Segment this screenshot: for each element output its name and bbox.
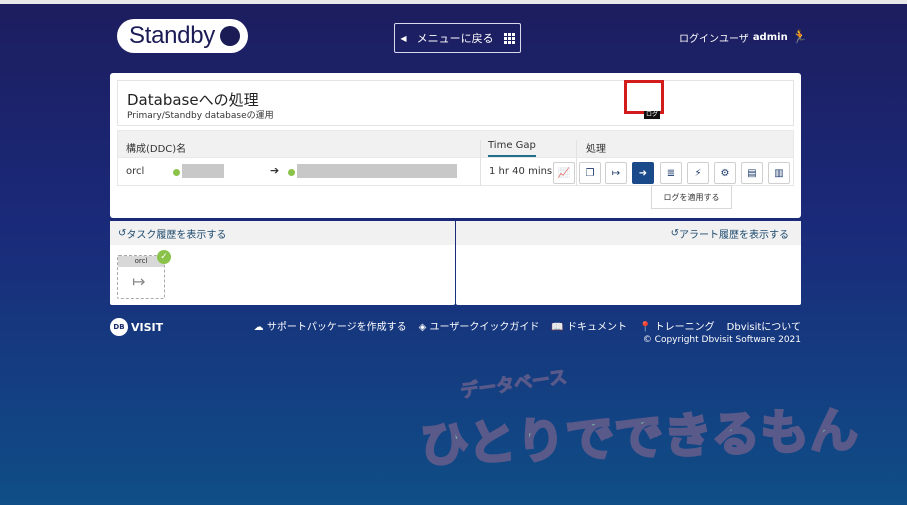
- footer-links: ☁ サポートパッケージを作成する ◈ ユーザークイックガイド 📖 ドキュメント …: [254, 318, 801, 333]
- login-info: ログインユーザ admin 🏃: [679, 30, 808, 45]
- watermark-main: ひとりでできるもん: [418, 401, 861, 475]
- copy-icon[interactable]: ❐: [579, 162, 601, 184]
- arrow-right-icon: ➔: [270, 164, 280, 177]
- watermark: データベース ひとりでできるもん: [418, 366, 890, 500]
- db-circle: DB: [110, 318, 128, 336]
- standby-host-redacted: [297, 164, 457, 178]
- history-icon: ↺: [118, 227, 127, 239]
- login-user: admin: [752, 32, 788, 43]
- ddc-name: orcl: [126, 166, 145, 177]
- caret-left-icon: ◀: [400, 33, 407, 43]
- alert-history-label: アラート履歴を表示する: [679, 229, 789, 241]
- task-history-label: タスク履歴を表示する: [126, 229, 227, 241]
- copyright: © Copyright Dbvisit Software 2021: [642, 335, 801, 345]
- col-process: 処理: [586, 144, 606, 155]
- table-header: 構成(DDC)名 Time Gap 処理: [117, 130, 794, 168]
- documents-link[interactable]: 📖 ドキュメント: [551, 318, 627, 333]
- col-divider: [576, 158, 577, 186]
- button-mini-label: ログ: [644, 111, 661, 119]
- menu-button-label: メニューに戻る: [416, 32, 494, 45]
- login-label: ログインユーザ: [679, 34, 749, 45]
- area-chart-icon[interactable]: 📈: [553, 162, 575, 184]
- dbvisit-logo: DB VISIT: [110, 318, 163, 336]
- primary-host-redacted: [182, 164, 224, 178]
- support-package-link[interactable]: ☁ サポートパッケージを作成する: [254, 318, 407, 333]
- col-config: 構成(DDC)名: [126, 144, 187, 155]
- logout-runner-icon[interactable]: 🏃: [792, 30, 808, 45]
- logo-dot: [219, 26, 240, 46]
- file-text-icon[interactable]: ▥: [768, 162, 790, 184]
- apply-log-highlight: [624, 80, 664, 114]
- database-icon[interactable]: ≣: [660, 162, 682, 184]
- primary-status-dot: [173, 169, 180, 176]
- file-icon[interactable]: ▤: [741, 162, 763, 184]
- standby-status-dot: [288, 169, 295, 176]
- apply-log-tooltip: ログを適用する: [651, 185, 732, 209]
- col-timegap[interactable]: Time Gap: [488, 140, 536, 157]
- sign-in-icon[interactable]: ➜: [632, 162, 654, 184]
- panel-header: Databaseへの処理 Primary/Standby databaseの運用: [117, 80, 794, 126]
- alert-history-panel: ↺ アラート履歴を表示する: [456, 221, 801, 305]
- timegap-value: 1 hr 40 mins: [489, 166, 553, 177]
- back-to-menu-button[interactable]: ◀ メニューに戻る: [394, 23, 521, 53]
- about-link[interactable]: Dbvisitについて: [727, 318, 801, 333]
- alert-history-link[interactable]: ↺ アラート履歴を表示する: [456, 221, 801, 245]
- panel-subtitle: Primary/Standby databaseの運用: [127, 111, 274, 121]
- check-icon: ✓: [157, 250, 171, 264]
- task-history-link[interactable]: ↺ タスク履歴を表示する: [110, 221, 455, 245]
- ddc-table: 構成(DDC)名 Time Gap 処理 orcl ➔ 1 hr 40 mins…: [117, 130, 794, 186]
- footer: DB VISIT ☁ サポートパッケージを作成する ◈ ユーザークイックガイド …: [110, 318, 801, 348]
- sign-out-icon: ↦: [132, 272, 146, 291]
- cogs-icon[interactable]: ⚙: [714, 162, 736, 184]
- logo-text: Standby: [129, 22, 215, 49]
- browser-top-edge: [0, 0, 907, 4]
- sign-out-icon[interactable]: ↦: [605, 162, 627, 184]
- panel-title: Databaseへの処理: [127, 91, 259, 109]
- history-icon: ↺: [670, 227, 679, 239]
- training-link[interactable]: 📍 トレーニング: [639, 318, 715, 333]
- grid-icon: [503, 32, 515, 44]
- bolt-icon[interactable]: ⚡: [687, 162, 709, 184]
- standby-logo: Standby: [117, 19, 248, 53]
- watermark-sub: データベース: [459, 366, 569, 403]
- table-row: orcl ➔ 1 hr 40 mins 📈 ❐ ↦ ➜ ≣ ⚡ ⚙ ▤ ▥: [117, 158, 794, 186]
- task-history-panel: ↺ タスク履歴を表示する orcl ↦ ✓: [110, 221, 455, 305]
- col-divider: [480, 158, 481, 186]
- db-brand: VISIT: [131, 320, 164, 334]
- quick-guide-link[interactable]: ◈ ユーザークイックガイド: [419, 318, 540, 333]
